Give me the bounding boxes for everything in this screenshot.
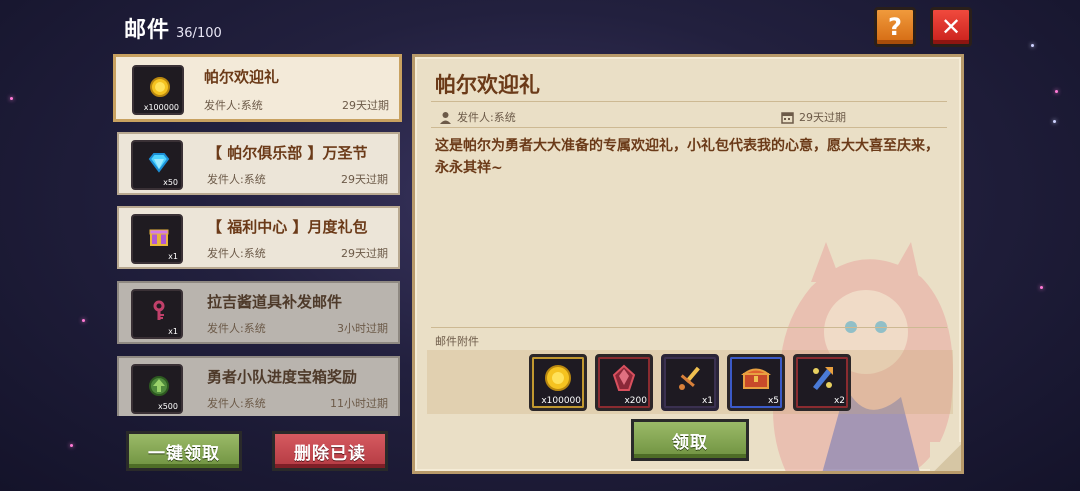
gift-box-icon: x1: [131, 214, 183, 264]
claim-button[interactable]: 领取: [631, 419, 749, 461]
detail-sender-text: 发件人:系统: [457, 111, 516, 124]
mail-item[interactable]: x50 【 帕尔俱乐部 】万圣节 发件人:系统 29天过期: [117, 132, 400, 195]
detail-expire: 29天过期: [781, 109, 846, 125]
mail-item[interactable]: x1 拉吉酱道具补发邮件 发件人:系统 3小时过期: [117, 281, 400, 344]
item-quantity: x1: [168, 327, 178, 336]
attachment-slot[interactable]: x100000: [529, 354, 587, 411]
mail-expire: 11小时过期: [330, 397, 388, 410]
mail-title: 勇者小队进度宝箱奖励: [207, 368, 358, 386]
divider: [431, 327, 947, 328]
mail-item[interactable]: x100000 帕尔欢迎礼 发件人:系统 29天过期: [113, 54, 402, 122]
mail-sender: 发件人:系统: [207, 173, 266, 186]
help-button[interactable]: ?: [874, 7, 916, 47]
gold-coin-icon: x100000: [132, 65, 184, 115]
mail-title: 拉吉酱道具补发邮件: [207, 293, 343, 311]
mail-sender: 发件人:系统: [207, 247, 266, 260]
gold-coin-icon: [545, 365, 571, 391]
attachment-slot[interactable]: x200: [595, 354, 653, 411]
red-crystal-icon: [612, 364, 636, 391]
item-quantity: x50: [163, 178, 178, 187]
key-icon: x1: [131, 289, 183, 339]
close-button[interactable]: ✕: [930, 7, 972, 47]
attachment-quantity: x1: [701, 396, 713, 406]
mail-item[interactable]: x1 【 福利中心 】月度礼包 发件人:系统 29天过期: [117, 206, 400, 269]
detail-expire-text: 29天过期: [799, 111, 846, 124]
mail-header: 邮件 36/100: [124, 12, 222, 44]
treasure-chest-icon: [741, 368, 771, 389]
detail-sender: 发件人:系统: [439, 109, 516, 125]
star-decoration: [1031, 44, 1034, 47]
diamond-icon: x50: [131, 140, 183, 190]
mail-sender: 发件人:系统: [207, 397, 266, 410]
page-curl-decoration: [930, 442, 961, 471]
mail-expire: 3小时过期: [337, 322, 388, 335]
attachment-quantity: x100000: [541, 396, 581, 406]
user-icon: [440, 111, 451, 124]
attachment-slot[interactable]: x2: [793, 354, 851, 411]
star-decoration: [70, 444, 73, 447]
mail-sender: 发件人:系统: [207, 322, 266, 335]
question-mark-icon: ?: [888, 13, 902, 41]
delete-read-button[interactable]: 删除已读: [272, 431, 388, 471]
divider: [431, 101, 947, 102]
mail-body: 这是帕尔为勇者大大准备的专属欢迎礼，小礼包代表我的心意，愿大大喜至庆来，永永其祥…: [435, 138, 939, 176]
mail-title: 帕尔欢迎礼: [204, 68, 280, 86]
mail-list[interactable]: x100000 帕尔欢迎礼 发件人:系统 29天过期 x50 【 帕尔俱乐部 】…: [113, 54, 402, 416]
star-decoration: [1055, 90, 1058, 93]
mail-expire: 29天过期: [341, 173, 388, 186]
item-quantity: x100000: [143, 103, 179, 112]
star-decoration: [1053, 120, 1056, 123]
attachment-slot[interactable]: x1: [661, 354, 719, 411]
mail-title: 【 福利中心 】月度礼包: [207, 218, 368, 236]
item-quantity: x1: [168, 252, 178, 261]
star-decoration: [82, 319, 85, 322]
attachment-quantity: x200: [624, 396, 647, 406]
level-up-icon: x500: [131, 364, 183, 414]
mail-detail-panel: 帕尔欢迎礼 发件人:系统 29天过期 这是帕尔为勇者大大准备的专属欢迎礼，小礼包…: [412, 54, 964, 474]
close-icon: ✕: [940, 13, 962, 41]
claim-all-button[interactable]: 一键领取: [126, 431, 242, 471]
star-decoration: [10, 97, 13, 100]
star-decoration: [1040, 286, 1043, 289]
detail-title: 帕尔欢迎礼: [435, 73, 540, 97]
mail-item[interactable]: x500 勇者小队进度宝箱奖励 发件人:系统 11小时过期: [117, 356, 400, 416]
mail-expire: 29天过期: [341, 247, 388, 260]
mail-sender: 发件人:系统: [204, 99, 263, 112]
calendar-icon: [781, 111, 794, 124]
golden-sword-icon: [679, 366, 700, 390]
item-quantity: x500: [157, 402, 178, 411]
divider: [431, 127, 947, 128]
attachment-quantity: x5: [767, 396, 779, 406]
attachment-quantity: x2: [833, 396, 845, 406]
mail-count: 36/100: [176, 26, 222, 41]
mail-title: 【 帕尔俱乐部 】万圣节: [207, 144, 368, 162]
attachments-label: 邮件附件: [435, 335, 479, 348]
skill-scroll-icon: [813, 367, 833, 390]
page-title: 邮件: [124, 18, 171, 43]
attachment-slot[interactable]: x5: [727, 354, 785, 411]
mail-expire: 29天过期: [342, 99, 389, 112]
